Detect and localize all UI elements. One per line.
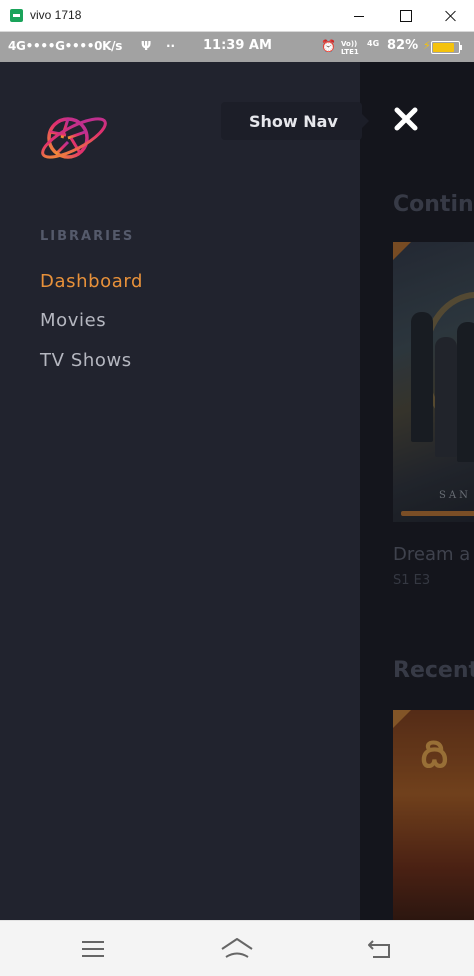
window-title: vivo 1718 (30, 8, 82, 22)
battery-fill (433, 43, 454, 52)
notification-dots: ·· (166, 39, 176, 53)
battery-percent: 82% (387, 38, 419, 53)
app-logo-icon (41, 117, 107, 159)
app-icon (10, 9, 23, 22)
section-label-libraries: LIBRARIES (40, 229, 135, 244)
volte-bottom: LTE1 (341, 48, 359, 56)
main-content: Continu SAN Dream a S1 E3 Recent ది (360, 62, 474, 920)
window-close-button[interactable] (428, 0, 474, 32)
show-nav-tooltip: Show Nav (221, 102, 369, 140)
home-icon[interactable] (220, 935, 254, 961)
sidebar-item-movies[interactable]: Movies (40, 310, 106, 331)
close-icon[interactable] (391, 104, 421, 134)
back-icon[interactable] (367, 935, 393, 961)
battery-icon (431, 41, 462, 54)
status-time: 11:39 AM (203, 38, 272, 53)
android-nav-bar (0, 920, 474, 976)
network-type: 4G (367, 39, 380, 48)
content-overlay[interactable] (360, 62, 474, 920)
volte-indicator: Vo)) LTE1 (341, 40, 359, 56)
sidebar-item-dashboard[interactable]: Dashboard (40, 271, 143, 292)
menu-icon[interactable] (82, 939, 104, 957)
charging-icon: ⚡ (423, 39, 431, 52)
sidebar-drawer: LIBRARIES Dashboard Movies TV Shows Show… (0, 62, 369, 920)
maximize-button[interactable] (382, 0, 428, 32)
tooltip-text: Show Nav (249, 112, 338, 131)
volte-top: Vo)) (341, 40, 358, 48)
alarm-icon: ⏰ (321, 39, 336, 53)
status-bar: 4G••••G••••0K/s Ψ ·· 11:39 AM ⏰ Vo)) LTE1… (0, 32, 474, 62)
network-speed: 4G••••G••••0K/s (8, 39, 123, 53)
minimize-button[interactable] (336, 0, 382, 32)
usb-icon: Ψ (141, 39, 152, 53)
app-screen: Continu SAN Dream a S1 E3 Recent ది (0, 62, 474, 920)
window-titlebar: vivo 1718 (0, 0, 474, 32)
sidebar-item-tv-shows[interactable]: TV Shows (40, 350, 132, 371)
